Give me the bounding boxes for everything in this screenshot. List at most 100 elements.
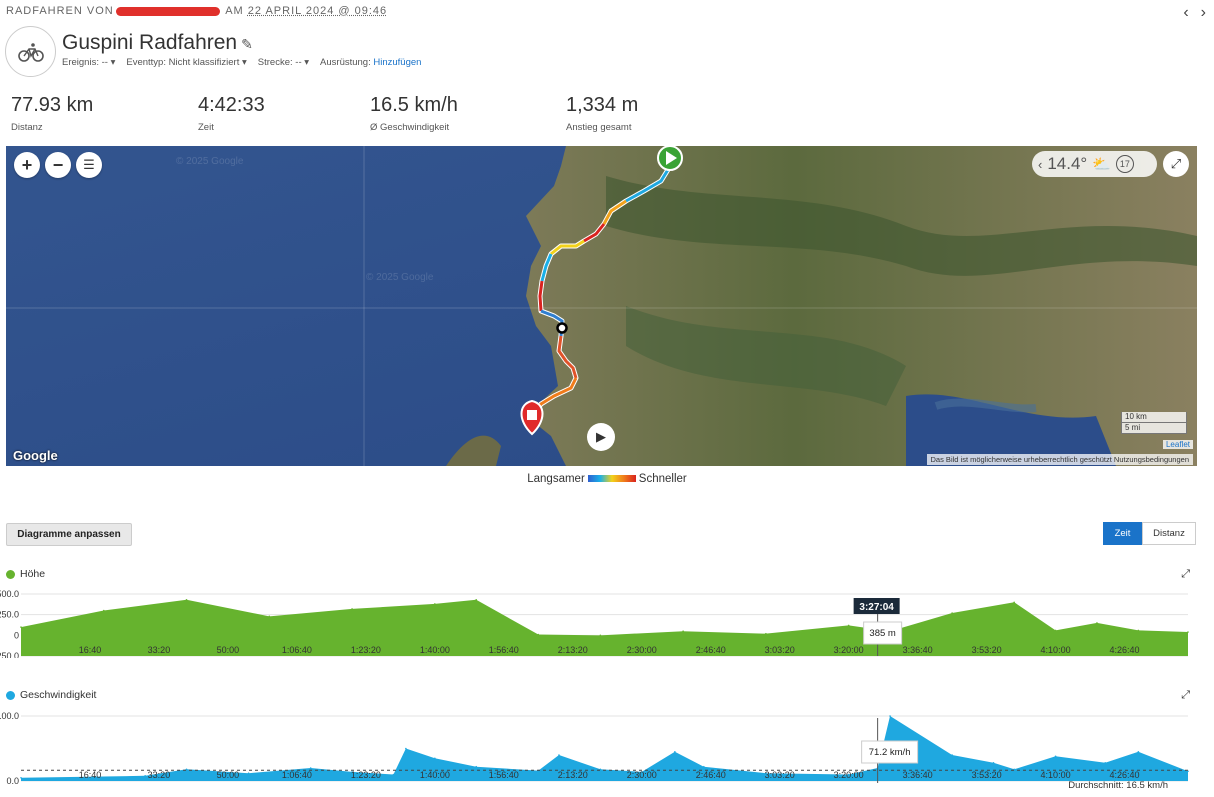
x-tick-label: 3:36:40 — [903, 645, 933, 655]
weather-widget[interactable]: ‹ 14.4° ⛅ 17 — [1032, 151, 1157, 177]
toggle-distance[interactable]: Distanz — [1142, 522, 1196, 545]
data-point — [185, 598, 188, 601]
stat-avg-speed: 16.5 km/h Ø Geschwindigkeit — [370, 94, 458, 133]
x-tick-label: 16:40 — [79, 645, 102, 655]
x-tick-label: 3:20:00 — [834, 770, 864, 780]
time-tooltip-text: 3:27:04 — [859, 602, 894, 613]
data-point — [1137, 629, 1140, 632]
data-point — [309, 767, 312, 769]
data-point — [951, 754, 953, 756]
data-point — [1054, 629, 1057, 632]
by-prefix: VON — [86, 5, 114, 17]
speed-chart-title: Geschwindigkeit — [6, 689, 96, 701]
x-tick-label: 1:40:00 — [420, 645, 450, 655]
legend-slow: Langsamer — [527, 473, 585, 485]
y-tick-label: -250.0 — [0, 651, 19, 658]
fullscreen-icon[interactable]: ⤢ — [1163, 151, 1189, 177]
data-point — [1137, 750, 1140, 753]
start-flag-icon[interactable] — [657, 146, 683, 171]
x-tick-label: 2:13:20 — [558, 645, 588, 655]
edit-pencil-icon[interactable]: ✎ — [241, 36, 253, 52]
data-point — [1013, 601, 1015, 604]
data-point — [537, 633, 540, 636]
scale-km: 10 km — [1121, 412, 1187, 423]
previous-arrow-icon[interactable]: ‹ — [1183, 4, 1188, 21]
event-selector[interactable]: Ereignis: -- ▾ — [62, 57, 115, 68]
data-point — [392, 773, 395, 776]
activity-date[interactable]: 22 APRIL 2024 @ 09:46 — [248, 5, 387, 17]
current-position-marker — [556, 322, 568, 334]
expand-speed-chart-icon[interactable]: ⤢ — [1181, 689, 1190, 702]
map-attribution[interactable]: Das Bild ist möglicherweise urheberrecht… — [926, 454, 1193, 465]
x-tick-label: 1:40:00 — [420, 770, 450, 780]
x-tick-label: 33:20 — [148, 770, 171, 780]
eventtype-selector[interactable]: Eventtyp: Nicht klassifiziert ▾ — [126, 57, 246, 68]
next-arrow-icon[interactable]: › — [1201, 4, 1206, 21]
adjust-charts-button[interactable]: Diagramme anpassen — [6, 523, 132, 546]
y-tick-label: 0 — [14, 630, 19, 640]
toggle-time[interactable]: Zeit — [1103, 522, 1142, 545]
speed-dot-icon — [6, 690, 15, 700]
data-point — [144, 775, 146, 777]
pager: ‹ › — [1171, 4, 1206, 22]
scale-mi: 5 mi — [1121, 423, 1187, 434]
play-replay-button[interactable]: ▶ — [587, 423, 615, 451]
data-point — [475, 765, 478, 768]
map-scale: 10 km 5 mi — [1121, 412, 1187, 434]
data-point — [558, 754, 560, 756]
x-tick-label: 50:00 — [217, 770, 240, 780]
data-point — [1104, 762, 1107, 764]
series-area — [21, 599, 1188, 656]
x-tick-label: 1:06:40 — [282, 645, 312, 655]
layers-icon[interactable]: ☰ — [76, 152, 102, 178]
zoom-in-button[interactable]: + — [14, 152, 40, 178]
weather-prev-icon[interactable]: ‹ — [1038, 157, 1042, 172]
x-tick-label: 4:26:40 — [1110, 645, 1140, 655]
zoom-out-button[interactable]: − — [45, 152, 71, 178]
redacted-username — [115, 6, 220, 16]
series-area — [21, 716, 1188, 781]
expand-elevation-chart-icon[interactable]: ⤢ — [1181, 568, 1190, 581]
x-tick-label: 3:03:20 — [765, 770, 795, 780]
x-tick-label: 2:30:00 — [627, 645, 657, 655]
stat-distance: 77.93 km Distanz — [11, 94, 94, 133]
speed-chart[interactable]: 100.0 0.0 16:40 33:20 50:00 1:06:40 1:23:20 1:4… — [0, 708, 1214, 794]
gear-field: Ausrüstung: Hinzufügen — [320, 57, 422, 68]
elevation-chart-title: Höhe — [6, 568, 45, 580]
x-tick-label: 4:10:00 — [1041, 770, 1071, 780]
activity-title-text: Guspini Radfahren — [62, 31, 238, 54]
average-label: Durchschnitt: 16.5 km/h — [1068, 780, 1168, 791]
leaflet-link[interactable]: Leaflet — [1162, 440, 1193, 449]
data-point — [599, 634, 602, 637]
x-tick-label: 2:13:20 — [558, 770, 588, 780]
x-tick-label: 50:00 — [217, 645, 240, 655]
x-tick-label: 4:10:00 — [1041, 645, 1071, 655]
data-point — [703, 765, 705, 768]
x-tick-label: 4:26:40 — [1110, 770, 1140, 780]
x-tick-label: 2:46:40 — [696, 770, 726, 780]
speed-legend: Langsamer Schneller — [0, 473, 1214, 485]
y-tick-label: 500.0 — [0, 589, 19, 599]
add-gear-link[interactable]: Hinzufügen — [373, 57, 421, 68]
satellite-imagery: © 2025 Google © 2025 Google — [6, 146, 1197, 466]
elevation-chart[interactable]: 500.0 250.0 0 -250.0 16:40 33:20 50:00 1:06:40 1… — [0, 588, 1214, 658]
data-point — [405, 747, 407, 750]
x-tick-label: 16:40 — [79, 770, 102, 780]
route-map[interactable]: © 2025 Google © 2025 Google + − ☰ ‹ 14.4… — [6, 146, 1197, 466]
elevation-dot-icon — [6, 569, 15, 579]
x-tick-label: 3:03:20 — [765, 645, 795, 655]
y-tick-label: 0.0 — [6, 776, 19, 786]
map-watermark: © 2025 Google — [176, 156, 244, 167]
map-watermark: © 2025 Google — [366, 272, 434, 283]
stat-elevation-gain: 1,334 m Anstieg gesamt — [566, 94, 639, 133]
data-point — [992, 762, 995, 764]
legend-fast: Schneller — [638, 473, 687, 485]
data-point — [20, 776, 22, 779]
course-selector[interactable]: Strecke: -- ▾ — [258, 57, 309, 68]
data-point — [247, 772, 250, 774]
data-point — [1096, 622, 1098, 624]
y-tick-label: 250.0 — [0, 610, 19, 620]
activity-breadcrumb: RADFAHREN VON AM 22 APRIL 2024 @ 09:46 — [6, 5, 387, 17]
partly-cloudy-icon: ⛅ — [1092, 156, 1111, 173]
date-prefix: AM — [225, 5, 244, 17]
